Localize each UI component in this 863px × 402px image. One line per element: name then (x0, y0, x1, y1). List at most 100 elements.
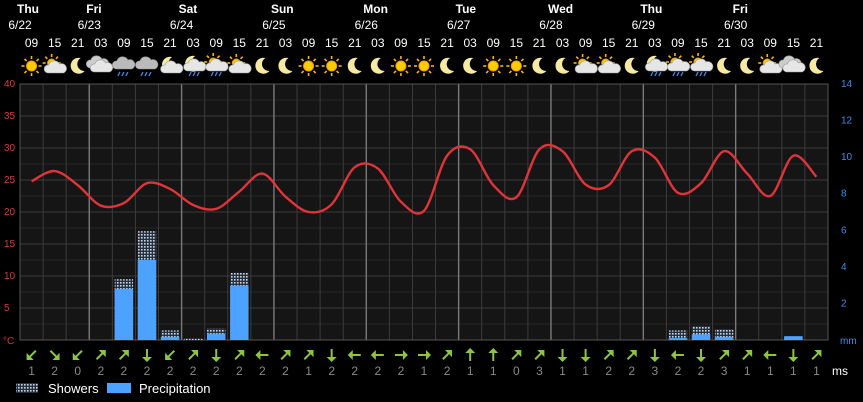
sun-icon (298, 56, 319, 76)
sun-ray (55, 56, 59, 60)
hour-label: 15 (417, 36, 431, 50)
moon-icon (740, 57, 755, 74)
moon-icon (255, 57, 270, 74)
rain-drop (210, 71, 214, 77)
y-right-tick: 10 (841, 152, 853, 163)
rain-drop (214, 71, 218, 77)
sun-cloud-icon (573, 54, 598, 74)
day-label: Fri (86, 2, 101, 16)
rain-drop (676, 71, 680, 77)
hour-label: 09 (764, 36, 778, 50)
arrow-shape (670, 350, 684, 360)
wind-arrow-icon (49, 350, 60, 360)
arrow-shape (811, 350, 822, 360)
cloud-shape (135, 56, 159, 70)
y-left-tick: 10 (4, 271, 16, 282)
moon-crescent (370, 57, 385, 74)
sun-ray (428, 70, 432, 74)
wind-arrow-icon (442, 350, 453, 360)
wind-speed-label: 2 (374, 364, 381, 378)
moon-cloud-icon (160, 56, 184, 74)
arrow-shape (95, 350, 106, 360)
moon-icon (370, 57, 385, 74)
wind-arrow-icon (303, 350, 314, 360)
sun-ray (598, 56, 603, 60)
wind-arrow-icon (394, 350, 408, 360)
hour-label: 09 (302, 36, 316, 50)
sun-ray (206, 55, 210, 59)
arrow-shape (347, 350, 361, 360)
rain-drop (654, 71, 658, 77)
hour-label: 21 (348, 36, 362, 50)
sun-ray (229, 56, 233, 60)
wind-row: 1 2 0 2 2 2 2 2 2 2 2 2 1 2 2 2 2 1 2 1 1 0 3 1 1 2 2 3 2 2 3 1 1 1 1 ms (26, 348, 848, 378)
sun-disc (326, 60, 338, 72)
hour-label: 03 (648, 36, 662, 50)
sun-icon (506, 56, 527, 76)
wind-arrow-icon (742, 350, 753, 360)
arrow-shape (188, 350, 199, 360)
wind-arrow-icon (811, 350, 822, 360)
y-left-unit: °C (3, 336, 14, 347)
rain-drop (148, 71, 152, 77)
sun-icon (321, 56, 342, 76)
weather-forecast-chart: Thu 6/22 Fri 6/23 Sat 6/24 Sun 6/25 Mon 6/26 Tue 6/… (0, 0, 863, 402)
hour-label: 15 (602, 36, 616, 50)
sun-cloud-icon (227, 54, 252, 74)
wind-arrow-icon (118, 350, 129, 360)
rain-drop (695, 71, 699, 77)
moon-crescent (555, 57, 570, 74)
rain-drop (218, 71, 222, 77)
sun-ray (520, 58, 524, 62)
wind-arrow-icon (580, 349, 591, 362)
moon-crescent (740, 57, 755, 74)
y-right-tick: 12 (841, 116, 853, 127)
rain-drop (650, 71, 654, 77)
cloud-icon (778, 55, 806, 73)
sun-ray (760, 56, 764, 60)
wind-speed-label: 2 (444, 364, 451, 378)
wind-speed-label: 2 (213, 364, 220, 378)
wind-arrow-icon (557, 349, 568, 362)
hour-label: 21 (163, 36, 177, 50)
wind-arrow-icon (211, 349, 222, 362)
sun-ray (770, 56, 775, 60)
arrow-shape (511, 350, 522, 360)
wind-arrow-icon (670, 350, 684, 360)
wind-arrow-icon (626, 350, 637, 360)
hour-label: 03 (94, 36, 108, 50)
legend-showers-label: Showers (48, 381, 99, 396)
arrow-shape (234, 350, 245, 360)
hour-label: 03 (741, 36, 755, 50)
wind-arrow-icon (788, 349, 799, 362)
sun-ray (485, 70, 489, 74)
wind-speed-label: 1 (582, 364, 589, 378)
day-label: Sat (179, 2, 198, 16)
sun-ray (428, 58, 432, 62)
arrow-shape (255, 350, 269, 360)
wind-arrow-icon (165, 350, 176, 360)
sun-ray (609, 56, 613, 60)
hour-label: 15 (510, 36, 524, 50)
sun-ray (23, 70, 28, 74)
hour-label: 15 (233, 36, 247, 50)
arrow-shape (118, 350, 129, 360)
precipitation-bar (230, 285, 249, 340)
rain-drop (125, 71, 129, 77)
wind-arrow-icon (763, 350, 777, 360)
legend-showers-swatch (16, 383, 38, 393)
showers-bar (183, 338, 203, 340)
wind-arrow-icon (255, 350, 269, 360)
date-label: 6/30 (724, 18, 748, 32)
sun-disc (487, 60, 499, 72)
moon-rain-icon (645, 55, 669, 77)
sun-icon (390, 56, 411, 76)
sun-ray (691, 55, 695, 59)
arrow-shape (418, 350, 431, 360)
wind-speed-label: 1 (767, 364, 774, 378)
rain-drop (703, 71, 707, 77)
hour-label: 09 (394, 36, 408, 50)
sun-ray (497, 58, 501, 62)
date-label: 6/25 (262, 18, 286, 32)
sun-rain-icon (689, 53, 714, 77)
